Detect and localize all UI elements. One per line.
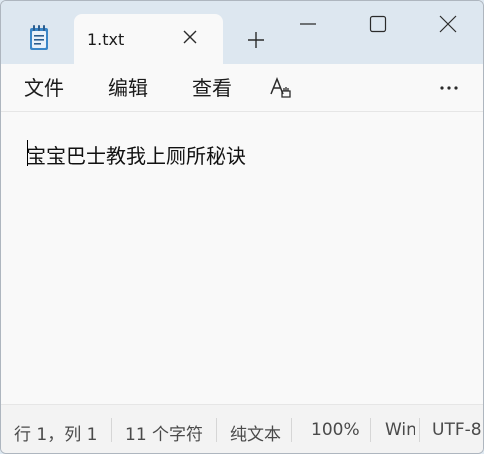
status-divider — [291, 418, 292, 442]
minimize-icon — [300, 23, 316, 25]
status-zoom[interactable]: 100% — [311, 420, 360, 440]
status-divider — [419, 418, 420, 442]
minimize-button[interactable] — [273, 1, 343, 45]
menu-bar: 文件 编辑 查看 — [1, 64, 483, 112]
status-divider — [111, 418, 112, 442]
menu-file[interactable]: 文件 — [24, 75, 64, 101]
title-bar[interactable]: 1.txt — [1, 1, 483, 64]
status-divider — [370, 418, 371, 442]
menu-edit[interactable]: 编辑 — [108, 75, 148, 101]
plus-icon[interactable] — [246, 30, 266, 50]
status-divider — [216, 418, 217, 442]
close-icon[interactable] — [181, 28, 199, 46]
tab-1-txt[interactable]: 1.txt — [74, 14, 223, 64]
status-cursor-position: 行 1，列 1 — [14, 425, 98, 445]
maximize-button[interactable] — [343, 1, 413, 45]
editor-content: 宝宝巴士教我上厕所秘诀 — [26, 144, 246, 168]
status-encoding[interactable]: UTF-8 — [432, 420, 482, 440]
tab-title: 1.txt — [87, 30, 125, 49]
status-line-ending[interactable]: Windows (CRLF) — [385, 420, 415, 440]
text-editor[interactable]: 宝宝巴士教我上厕所秘诀 — [1, 112, 483, 404]
text-caret — [27, 140, 28, 166]
maximize-icon — [369, 15, 387, 33]
font-format-icon[interactable] — [269, 76, 293, 100]
menu-view[interactable]: 查看 — [192, 75, 232, 101]
status-bar: 行 1，列 1 11 个字符 纯文本 100% Windows (CRLF) U… — [1, 404, 483, 453]
close-window-button[interactable] — [413, 1, 483, 45]
close-icon — [439, 15, 457, 33]
status-text-format[interactable]: 纯文本 — [230, 420, 281, 445]
notepad-window: 1.txt 文件 编辑 查看 宝宝巴士教我上厕所秘诀 行 1，列 1 11 个字… — [0, 0, 484, 454]
status-character-count: 11 个字符 — [125, 425, 204, 445]
more-icon[interactable] — [438, 78, 460, 98]
notepad-icon — [30, 25, 48, 50]
